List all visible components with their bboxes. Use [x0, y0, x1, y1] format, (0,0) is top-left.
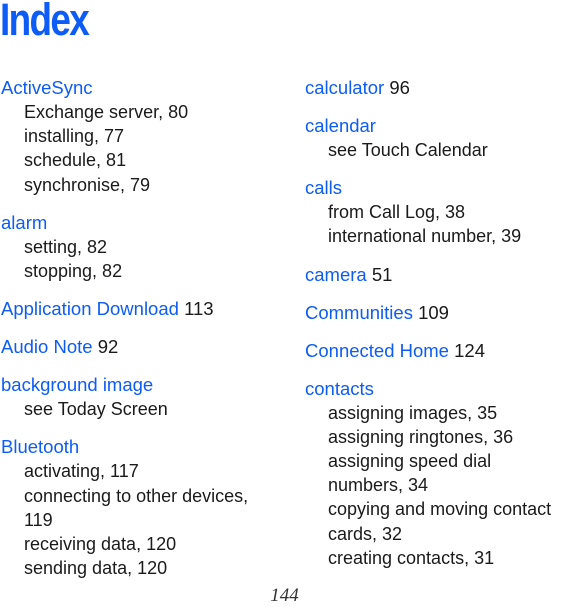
index-term-line: calls: [305, 176, 563, 200]
index-subentry: 119: [24, 509, 53, 530]
index-subentry: numbers, 34: [328, 475, 429, 496]
index-term-line: contacts: [305, 377, 563, 401]
index-term-line: Communities 109: [305, 301, 563, 325]
index-term[interactable]: calls: [305, 177, 342, 198]
index-subentry: connecting to other devices,: [24, 485, 249, 506]
index-term-line: Application Download 113: [1, 297, 286, 321]
index-term[interactable]: contacts: [305, 378, 374, 399]
index-term-line: camera 51: [305, 263, 563, 287]
index-subentry: assigning speed dial: [328, 451, 492, 472]
index-term-page: 96: [389, 77, 410, 98]
index-subentry: see Today Screen: [24, 399, 168, 420]
index-term-page: 124: [454, 339, 485, 361]
index-subentry: creating contacts, 31: [328, 547, 495, 568]
index-term-line: Audio Note 92: [1, 335, 286, 359]
index-entry: calendar see Touch Calendar: [305, 114, 563, 162]
index-term[interactable]: Audio Note: [1, 336, 93, 357]
index-term[interactable]: calendar: [305, 115, 376, 136]
index-column-right: calculator 96 calendar see Touch Calendar c…: [305, 76, 563, 584]
index-term-line: calculator 96: [305, 76, 563, 100]
index-entry: camera 51: [305, 263, 563, 287]
index-entry: alarm setting, 82 stopping, 82: [1, 211, 286, 283]
index-term[interactable]: Connected Home: [305, 340, 449, 361]
index-term[interactable]: alarm: [1, 212, 47, 233]
index-subentry: see Touch Calendar: [328, 140, 488, 160]
index-entry: calculator 96: [305, 76, 563, 100]
index-entry: Audio Note 92: [1, 335, 286, 359]
index-term-line: ActiveSync: [1, 76, 286, 100]
page-number: 144: [270, 585, 299, 606]
index-term-line: Connected Home 124: [305, 339, 563, 363]
index-subentry: activating, 117: [24, 461, 139, 482]
index-subentry: stopping, 82: [24, 261, 123, 282]
index-term[interactable]: ActiveSync: [1, 77, 93, 98]
index-term[interactable]: calculator: [305, 77, 384, 98]
index-subentry: assigning ringtones, 36: [328, 426, 514, 447]
index-subentry: cards, 32: [328, 523, 403, 544]
index-subentry: international number, 39: [328, 226, 522, 247]
index-term-line: calendar: [305, 114, 563, 138]
index-entry: contacts assigning images, 35 assigning ri…: [305, 377, 563, 570]
index-term-page: 113: [184, 298, 214, 320]
index-subentry: synchronise, 79: [24, 174, 151, 195]
index-entry: background image see Today Screen: [1, 373, 286, 421]
index-term[interactable]: Application Download: [1, 298, 179, 319]
index-term-line: Bluetooth: [1, 435, 286, 459]
index-term[interactable]: background image: [1, 374, 153, 395]
index-entry: Connected Home 124: [305, 339, 563, 363]
index-subentry: sending data, 120: [24, 558, 168, 579]
index-subentry: assigning images, 35: [328, 402, 498, 423]
index-subentry: receiving data, 120: [24, 534, 177, 555]
index-entry: Application Download 113: [1, 297, 286, 321]
index-term[interactable]: Bluetooth: [1, 436, 79, 457]
index-term[interactable]: Communities: [305, 302, 413, 323]
index-entry: Communities 109: [305, 301, 563, 325]
index-subentry: schedule, 81: [24, 150, 127, 171]
index-entry: calls from Call Log, 38 international numb…: [305, 176, 563, 248]
index-term[interactable]: camera: [305, 264, 367, 285]
index-subentry: copying and moving contact: [328, 499, 552, 520]
index-entry: ActiveSync Exchange server, 80 installing,…: [1, 76, 286, 197]
index-term-page: 92: [97, 336, 119, 358]
index-column-left: ActiveSync Exchange server, 80 installing,…: [1, 76, 286, 594]
index-entry: Bluetooth activating, 117 connecting to ot…: [1, 435, 286, 580]
index-term-line: background image: [1, 373, 286, 397]
index-subentry: installing, 77: [24, 126, 125, 147]
index-subentry: from Call Log, 38: [328, 202, 466, 223]
index-term-page: 51: [371, 263, 393, 285]
index-subentry: Exchange server, 80: [24, 102, 189, 122]
index-term-page: 109: [418, 301, 449, 323]
page-title: Index: [0, 0, 90, 45]
index-subentry: setting, 82: [24, 236, 108, 257]
index-term-line: alarm: [1, 211, 286, 235]
